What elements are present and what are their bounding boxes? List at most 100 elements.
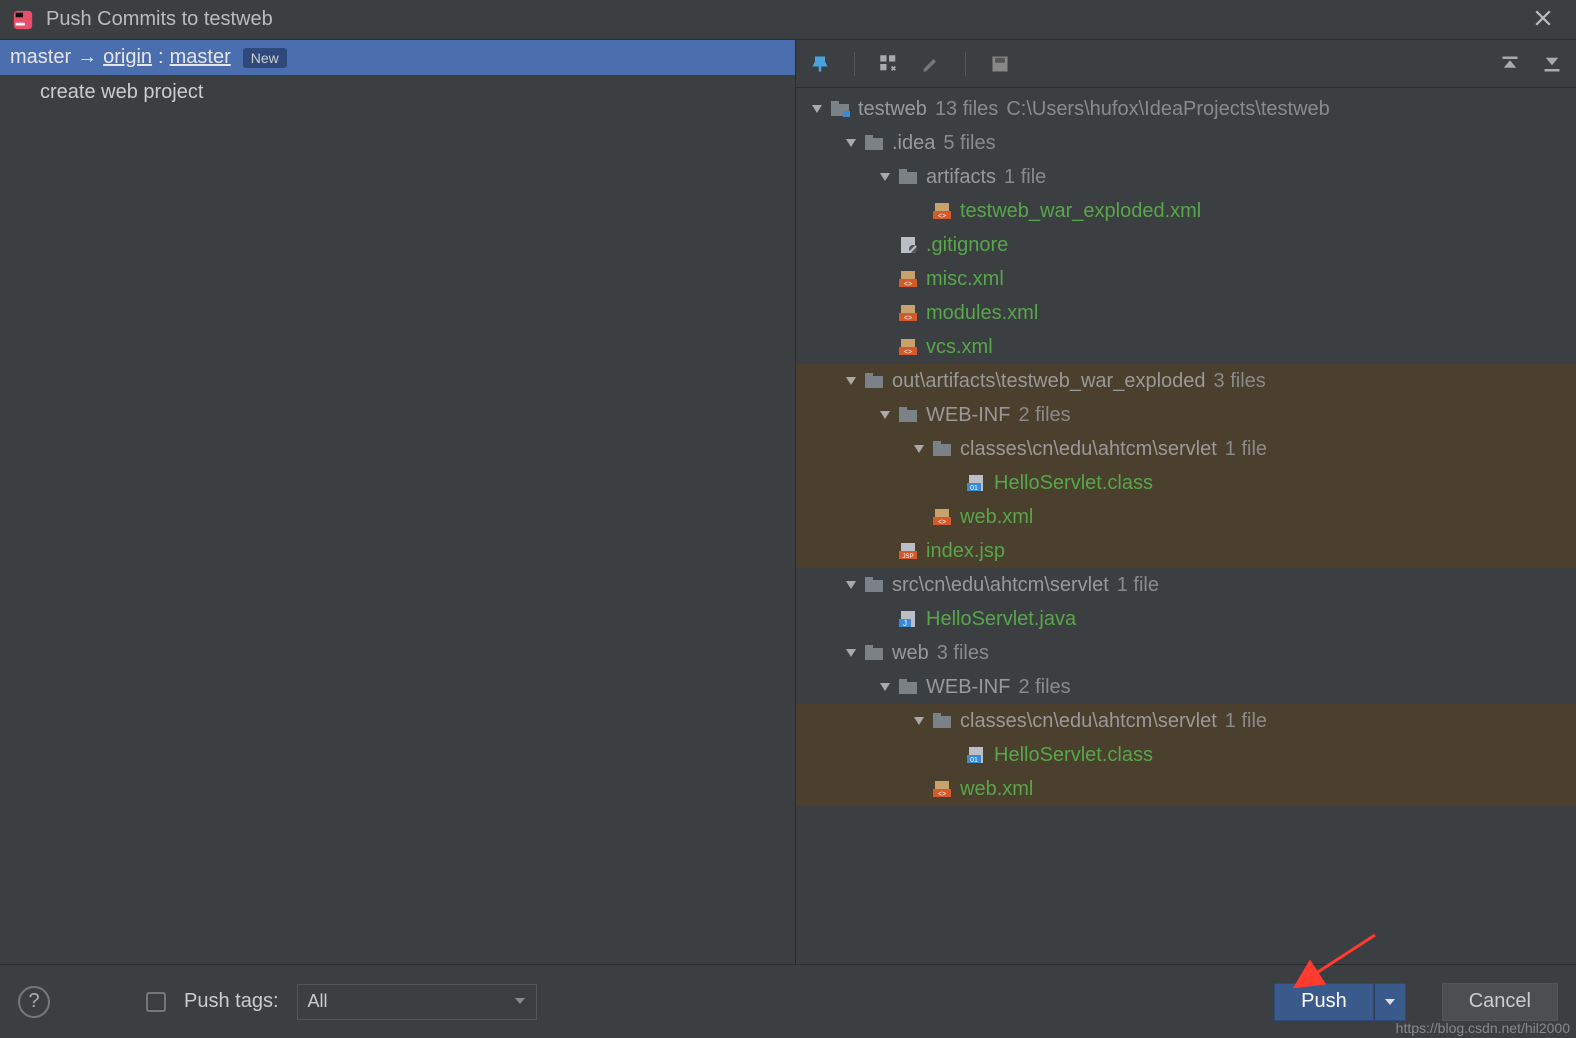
xml-icon: <> bbox=[898, 304, 920, 322]
tree-item-name: web.xml bbox=[960, 778, 1033, 801]
class-icon: 01 bbox=[966, 474, 988, 492]
tree-row[interactable]: out\artifacts\testweb_war_exploded3 file… bbox=[796, 364, 1576, 398]
colon: : bbox=[158, 46, 164, 69]
group-by-icon[interactable] bbox=[875, 50, 903, 78]
file-count: 13 files bbox=[935, 98, 998, 121]
tree-item-name: HelloServlet.class bbox=[994, 744, 1153, 767]
tree-item-name: index.jsp bbox=[926, 540, 1005, 563]
watermark: https://blog.csdn.net/hil2000 bbox=[1396, 1020, 1570, 1036]
tree-row[interactable]: classes\cn\edu\ahtcm\servlet 1 file bbox=[796, 432, 1576, 466]
tree-row[interactable]: testweb13 filesC:\Users\hufox\IdeaProjec… bbox=[796, 92, 1576, 126]
expand-arrow-icon[interactable] bbox=[910, 440, 928, 458]
tree-item-name: HelloServlet.class bbox=[994, 472, 1153, 495]
tree-item-name: vcs.xml bbox=[926, 336, 993, 359]
xml-icon: <> bbox=[932, 202, 954, 220]
expand-arrow-icon[interactable] bbox=[842, 372, 860, 390]
commit-message[interactable]: create web project bbox=[0, 75, 795, 110]
tree-row[interactable]: WEB-INF 2 files bbox=[796, 398, 1576, 432]
remote-branch-link[interactable]: master bbox=[170, 46, 231, 69]
tree-item-name: testweb bbox=[858, 98, 927, 121]
tree-item-name: classes\cn\edu\ahtcm\servlet bbox=[960, 438, 1217, 461]
push-tags-combo[interactable]: All bbox=[297, 984, 537, 1020]
tree-row[interactable]: <> misc.xml bbox=[796, 262, 1576, 296]
folder-icon bbox=[932, 440, 954, 458]
pin-icon[interactable] bbox=[806, 50, 834, 78]
branch-header[interactable]: master → origin : master New bbox=[0, 40, 795, 75]
jsp-icon: JSP bbox=[898, 542, 920, 560]
disk-icon[interactable] bbox=[986, 50, 1014, 78]
tree-row[interactable]: .idea 5 files bbox=[796, 126, 1576, 160]
close-button[interactable] bbox=[1522, 3, 1564, 37]
svg-text:<>: <> bbox=[938, 791, 946, 797]
expand-all-icon[interactable] bbox=[1496, 50, 1524, 78]
push-dropdown-button[interactable] bbox=[1374, 983, 1406, 1021]
tree-row[interactable]: artifacts1 file bbox=[796, 160, 1576, 194]
file-count: 2 files bbox=[1018, 676, 1070, 699]
svg-text:J: J bbox=[903, 619, 907, 627]
tree-item-name: testweb_war_exploded.xml bbox=[960, 200, 1201, 223]
module-icon bbox=[830, 100, 852, 118]
file-count: 5 files bbox=[943, 132, 995, 155]
tree-item-name: classes\cn\edu\ahtcm\servlet bbox=[960, 710, 1217, 733]
expand-arrow-icon[interactable] bbox=[876, 406, 894, 424]
chevron-down-icon bbox=[514, 991, 526, 1012]
folder-icon bbox=[864, 644, 886, 662]
tree-row[interactable]: 01 HelloServlet.class bbox=[796, 466, 1576, 500]
file-tree[interactable]: testweb13 filesC:\Users\hufox\IdeaProjec… bbox=[796, 88, 1576, 964]
java-icon: J bbox=[898, 610, 920, 628]
tree-item-name: .gitignore bbox=[926, 234, 1008, 257]
dialog-title: Push Commits to testweb bbox=[46, 8, 273, 31]
tree-row[interactable]: <> vcs.xml bbox=[796, 330, 1576, 364]
xml-icon: <> bbox=[898, 270, 920, 288]
file-count: 1 file bbox=[1225, 438, 1267, 461]
tree-row[interactable]: classes\cn\edu\ahtcm\servlet 1 file bbox=[796, 704, 1576, 738]
tree-row[interactable]: J HelloServlet.java bbox=[796, 602, 1576, 636]
cancel-button[interactable]: Cancel bbox=[1442, 983, 1558, 1021]
tree-item-name: out\artifacts\testweb_war_exploded bbox=[892, 370, 1206, 393]
svg-text:<>: <> bbox=[904, 349, 912, 355]
tree-item-name: misc.xml bbox=[926, 268, 1004, 291]
tree-item-name: WEB-INF bbox=[926, 404, 1010, 427]
collapse-all-icon[interactable] bbox=[1538, 50, 1566, 78]
svg-text:<>: <> bbox=[938, 213, 946, 219]
tree-row[interactable]: <>web.xml bbox=[796, 500, 1576, 534]
expand-arrow-icon[interactable] bbox=[876, 168, 894, 186]
expand-arrow-icon[interactable] bbox=[808, 100, 826, 118]
help-button[interactable]: ? bbox=[18, 986, 50, 1018]
svg-text:<>: <> bbox=[904, 315, 912, 321]
expand-arrow-icon[interactable] bbox=[842, 134, 860, 152]
push-tags-checkbox[interactable] bbox=[146, 992, 166, 1012]
folder-icon bbox=[898, 406, 920, 424]
expand-arrow-icon[interactable] bbox=[876, 678, 894, 696]
tree-item-name: WEB-INF bbox=[926, 676, 1010, 699]
tree-row[interactable]: web3 files bbox=[796, 636, 1576, 670]
file-count: 1 file bbox=[1004, 166, 1046, 189]
app-logo-icon bbox=[12, 9, 34, 31]
tree-row[interactable]: .gitignore bbox=[796, 228, 1576, 262]
svg-text:JSP: JSP bbox=[902, 554, 913, 559]
expand-arrow-icon[interactable] bbox=[842, 644, 860, 662]
file-count: 1 file bbox=[1225, 710, 1267, 733]
folder-icon bbox=[864, 372, 886, 390]
separator bbox=[965, 52, 966, 76]
tree-row[interactable]: 01 HelloServlet.class bbox=[796, 738, 1576, 772]
remote-name-link[interactable]: origin bbox=[103, 46, 152, 69]
tree-row[interactable]: WEB-INF 2 files bbox=[796, 670, 1576, 704]
file-count: 1 file bbox=[1117, 574, 1159, 597]
file-count: 2 files bbox=[1018, 404, 1070, 427]
tree-item-name: HelloServlet.java bbox=[926, 608, 1076, 631]
svg-text:01: 01 bbox=[970, 485, 978, 491]
tree-row[interactable]: JSP index.jsp bbox=[796, 534, 1576, 568]
expand-arrow-icon[interactable] bbox=[842, 576, 860, 594]
svg-text:<>: <> bbox=[938, 519, 946, 525]
svg-text:01: 01 bbox=[970, 757, 978, 763]
xml-icon: <> bbox=[932, 508, 954, 526]
tree-row[interactable]: <>modules.xml bbox=[796, 296, 1576, 330]
tree-row[interactable]: <> web.xml bbox=[796, 772, 1576, 806]
push-button[interactable]: Push bbox=[1274, 983, 1374, 1021]
edit-icon[interactable] bbox=[917, 50, 945, 78]
tree-row[interactable]: src\cn\edu\ahtcm\servlet1 file bbox=[796, 568, 1576, 602]
tree-row[interactable]: <> testweb_war_exploded.xml bbox=[796, 194, 1576, 228]
expand-arrow-icon[interactable] bbox=[910, 712, 928, 730]
tree-item-name: .idea bbox=[892, 132, 935, 155]
